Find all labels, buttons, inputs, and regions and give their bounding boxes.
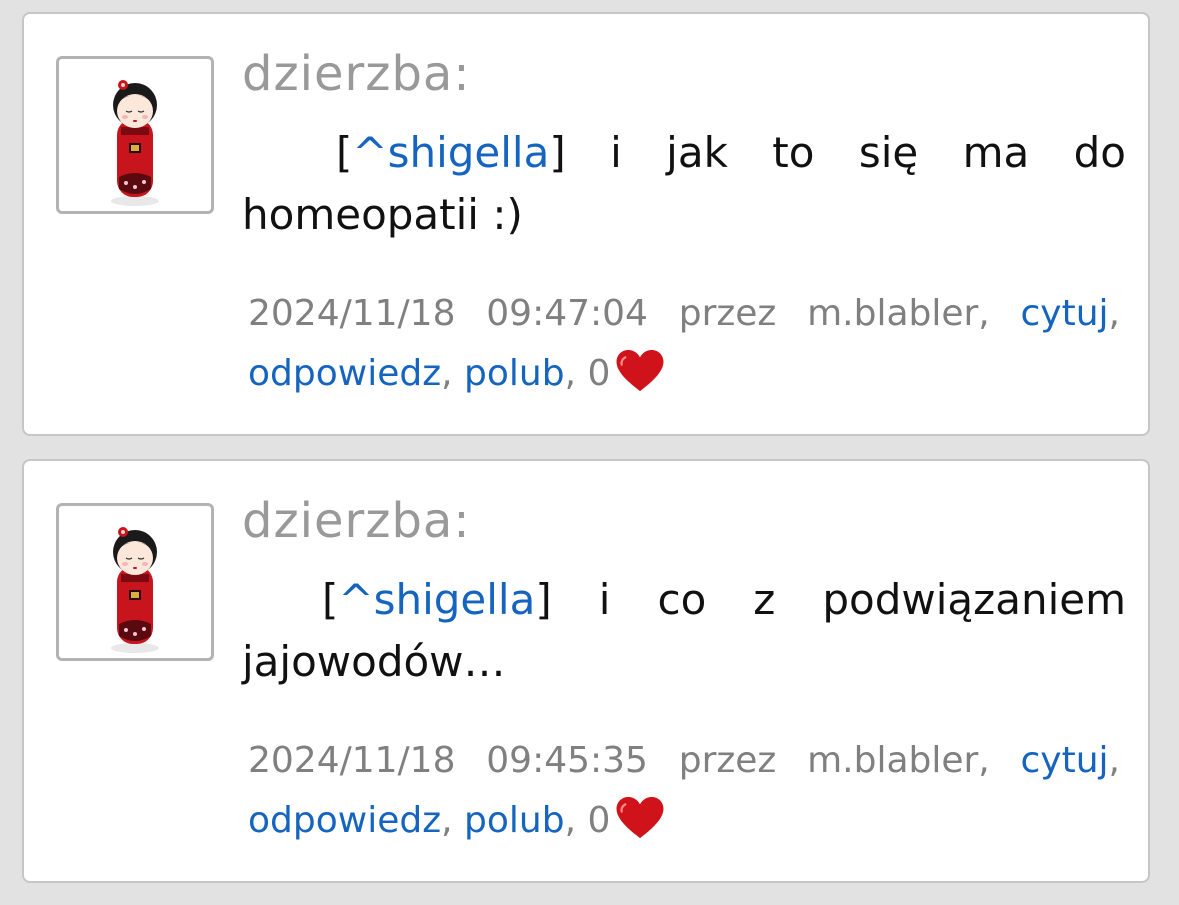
like-link[interactable]: polub — [464, 353, 565, 394]
quote-link[interactable]: cytuj — [1021, 740, 1109, 781]
avatar[interactable] — [56, 503, 214, 661]
reply-to-user-link[interactable]: ^shigella — [352, 128, 549, 177]
comment-card: dzierzba: [^shigella] i jak to się ma do… — [22, 12, 1150, 436]
separator: , — [1108, 740, 1120, 781]
reply-to-user-link[interactable]: ^shigella — [338, 575, 535, 624]
heart-icon — [616, 350, 664, 392]
quote-link[interactable]: cytuj — [1021, 293, 1109, 334]
comment-author: dzierzba: — [242, 493, 471, 549]
posted-by-user: m.blabler, — [807, 293, 990, 334]
posted-by-label: przez — [678, 293, 777, 334]
comment-time: 09:47:04 — [486, 293, 648, 334]
quote-bracket-open: [ — [336, 128, 353, 177]
avatar[interactable] — [56, 56, 214, 214]
reply-link[interactable]: odpowiedz — [248, 800, 441, 841]
comment-list: dzierzba: [^shigella] i jak to się ma do… — [0, 0, 1179, 905]
posted-by-user: m.blabler, — [807, 740, 990, 781]
like-link[interactable]: polub — [464, 800, 565, 841]
comment-body: [^shigella] i jak to się ma do homeopati… — [242, 122, 1126, 246]
comment-time: 09:45:35 — [486, 740, 648, 781]
comment-author: dzierzba: — [242, 46, 471, 102]
kokeshi-doll-avatar-image — [111, 527, 159, 653]
comment-card: dzierzba: [^shigella] i co z podwiązanie… — [22, 459, 1150, 883]
kokeshi-doll-avatar-image — [111, 80, 159, 206]
like-count: 0 — [587, 800, 611, 841]
quote-bracket-close: ] — [549, 128, 566, 177]
separator: , — [441, 353, 453, 394]
separator: , — [441, 800, 453, 841]
quote-bracket-open: [ — [322, 575, 339, 624]
separator: , — [564, 353, 577, 394]
separator: , — [564, 800, 577, 841]
like-count: 0 — [587, 353, 611, 394]
comment-body: [^shigella] i co z podwiązaniem jajowodó… — [242, 569, 1126, 693]
heart-icon — [616, 797, 664, 839]
comment-date: 2024/11/18 — [248, 293, 456, 334]
reply-link[interactable]: odpowiedz — [248, 353, 441, 394]
comment-meta: 2024/11/18 09:45:35 przez m.blabler, cyt… — [248, 731, 1120, 851]
comment-date: 2024/11/18 — [248, 740, 456, 781]
comment-meta: 2024/11/18 09:47:04 przez m.blabler, cyt… — [248, 284, 1120, 404]
quote-bracket-close: ] — [535, 575, 552, 624]
separator: , — [1108, 293, 1120, 334]
posted-by-label: przez — [678, 740, 777, 781]
